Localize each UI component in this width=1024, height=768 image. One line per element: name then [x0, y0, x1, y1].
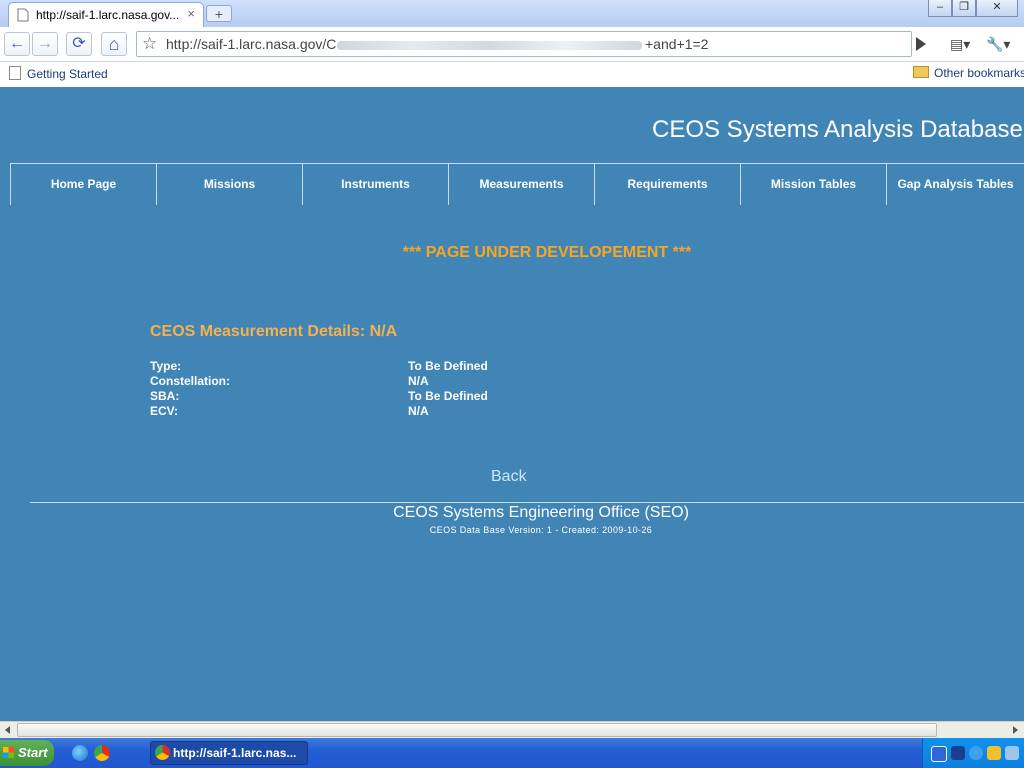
- tab-title: http://saif-1.larc.nasa.gov...: [36, 8, 180, 22]
- chrome-icon[interactable]: [94, 745, 110, 761]
- page-menu-icon[interactable]: ▤▾: [950, 36, 970, 53]
- nav-measurements[interactable]: Measurements: [448, 164, 594, 205]
- redacted-url-segment: [337, 41, 642, 50]
- windows-logo-icon: [3, 747, 14, 758]
- address-bar[interactable]: ☆ http://saif-1.larc.nasa.gov/C +and+1=2: [136, 31, 912, 57]
- browser-titlebar: http://saif-1.larc.nasa.gov... × + – ❐ ✕: [0, 0, 1024, 27]
- bookmark-getting-started[interactable]: Getting Started: [9, 66, 108, 81]
- reload-icon[interactable]: ⟳: [66, 32, 92, 56]
- detail-label-sba: SBA:: [150, 389, 180, 403]
- nav-missions[interactable]: Missions: [156, 164, 302, 205]
- chrome-icon: [155, 745, 170, 760]
- home-icon[interactable]: ⌂: [101, 32, 127, 56]
- security-shield-icon[interactable]: [987, 746, 1001, 760]
- minimize-button[interactable]: –: [928, 0, 952, 17]
- close-window-button[interactable]: ✕: [976, 0, 1018, 17]
- url-text: http://saif-1.larc.nasa.gov/C: [166, 36, 337, 52]
- web-page: CEOS Systems Analysis Database Home Page…: [0, 87, 1024, 721]
- network-icon[interactable]: [951, 746, 965, 760]
- star-icon[interactable]: ☆: [142, 34, 157, 54]
- bookmarks-bar: Getting Started Other bookmarks: [0, 62, 1024, 88]
- forward-icon[interactable]: →: [32, 32, 58, 56]
- internet-explorer-icon[interactable]: [72, 745, 88, 761]
- nav-home-page[interactable]: Home Page: [10, 164, 156, 205]
- detail-value-sba: To Be Defined: [408, 389, 488, 403]
- help-icon[interactable]: [931, 746, 947, 762]
- other-bookmarks[interactable]: Other bookmarks: [913, 66, 1024, 80]
- restore-button[interactable]: ❐: [952, 0, 976, 17]
- go-icon[interactable]: [916, 37, 926, 51]
- detail-value-ecv: N/A: [408, 404, 429, 418]
- footer-title: CEOS Systems Engineering Office (SEO): [393, 504, 689, 521]
- close-tab-icon[interactable]: ×: [187, 6, 195, 21]
- windows-taskbar: Start http://saif-1.larc.nas...: [0, 738, 1024, 768]
- footer-version: CEOS Data Base Version: 1 - Created: 200…: [429, 525, 653, 535]
- scrollbar-thumb[interactable]: [17, 723, 937, 737]
- horizontal-scrollbar[interactable]: [0, 721, 1024, 739]
- new-tab-button[interactable]: +: [206, 5, 232, 22]
- browser-toolbar: ← → ⟳ ⌂ ☆ http://saif-1.larc.nasa.gov/C …: [0, 27, 1024, 62]
- back-icon[interactable]: ←: [4, 32, 30, 56]
- nav-instruments[interactable]: Instruments: [302, 164, 448, 205]
- scroll-right-icon[interactable]: [1013, 726, 1018, 734]
- display-icon[interactable]: [1005, 746, 1019, 760]
- measurement-details-heading: CEOS Measurement Details: N/A: [150, 323, 398, 340]
- detail-label-constellation: Constellation:: [150, 374, 230, 388]
- detail-label-type: Type:: [150, 359, 182, 373]
- site-title: CEOS Systems Analysis Database: [652, 116, 1023, 143]
- browser-tab[interactable]: http://saif-1.larc.nasa.gov... ×: [8, 2, 204, 27]
- page-icon: [17, 8, 29, 25]
- taskbar-item-browser[interactable]: http://saif-1.larc.nas...: [150, 741, 308, 765]
- detail-label-ecv: ECV:: [150, 404, 179, 418]
- messenger-icon[interactable]: [969, 746, 983, 760]
- main-navigation: Home Page Missions Instruments Measureme…: [10, 163, 1024, 205]
- page-icon: [9, 66, 21, 80]
- back-link[interactable]: Back: [491, 468, 527, 486]
- start-button[interactable]: Start: [0, 740, 54, 766]
- detail-value-type: To Be Defined: [408, 359, 488, 373]
- nav-requirements[interactable]: Requirements: [594, 164, 740, 205]
- scroll-left-icon[interactable]: [5, 726, 10, 734]
- detail-value-constellation: N/A: [408, 374, 429, 388]
- development-notice: *** PAGE UNDER DEVELOPEMENT ***: [402, 244, 692, 261]
- footer-divider: [30, 502, 1024, 503]
- nav-gap-analysis-tables[interactable]: Gap Analysis Tables: [886, 164, 1024, 205]
- url-text-end: +and+1=2: [645, 36, 709, 52]
- wrench-icon[interactable]: 🔧▾: [986, 36, 1010, 53]
- nav-mission-tables[interactable]: Mission Tables: [740, 164, 886, 205]
- system-tray: [922, 738, 1024, 768]
- folder-icon: [913, 66, 929, 78]
